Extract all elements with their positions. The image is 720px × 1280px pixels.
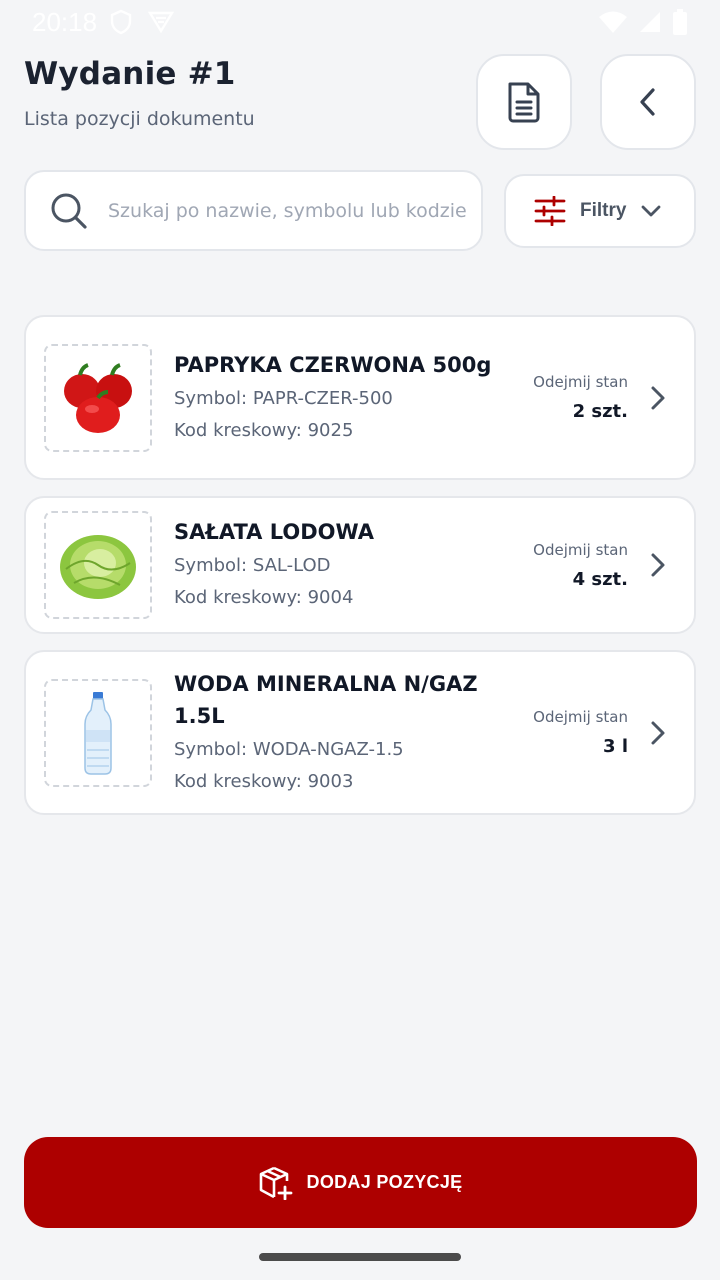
item-symbol: Symbol: WODA-NGAZ-1.5 <box>174 738 404 760</box>
add-item-label: DODAJ POZYCJĘ <box>306 1172 463 1192</box>
water-bottle-icon <box>84 691 112 775</box>
item-symbol: Symbol: SAL-LOD <box>174 555 331 576</box>
chevron-down-icon <box>642 205 661 217</box>
item-list: PAPRYKA CZERWONA 500g Symbol: PAPR-CZER-… <box>24 315 696 831</box>
qty-value: 2 szt. <box>572 401 628 422</box>
chevron-right-icon <box>651 721 665 744</box>
item-name: SAŁATA LODOWA <box>174 520 374 544</box>
red-pepper-icon <box>64 362 132 433</box>
status-time: 20:18 <box>32 6 98 37</box>
document-icon <box>508 82 540 123</box>
search-icon <box>51 193 87 229</box>
vpn-icon <box>147 11 175 34</box>
wifi-icon <box>599 11 627 33</box>
qty-value: 3 l <box>603 736 628 757</box>
item-name: WODA MINERALNA N/GAZ 1.5L <box>174 671 478 728</box>
page-subtitle: Lista pozycji dokumentu <box>24 108 255 130</box>
page-header: Wydanie #1 Lista pozycji dokumentu <box>24 56 464 130</box>
home-indicator[interactable] <box>259 1253 461 1261</box>
item-barcode: Kod kreskowy: 9003 <box>174 770 354 792</box>
qty-value: 4 szt. <box>572 568 628 590</box>
list-item[interactable]: WODA MINERALNA N/GAZ 1.5L Symbol: WODA-N… <box>24 650 696 815</box>
qty-label: Odejmij stan <box>533 373 628 391</box>
page-title: Wydanie #1 <box>24 56 236 92</box>
battery-icon <box>673 9 687 35</box>
status-bar: 20:18 <box>0 0 720 44</box>
add-package-icon <box>259 1166 292 1200</box>
filter-button[interactable]: Filtry <box>504 174 696 248</box>
chevron-left-icon <box>640 88 655 116</box>
sliders-icon <box>534 196 566 226</box>
list-item[interactable]: PAPRYKA CZERWONA 500g Symbol: PAPR-CZER-… <box>24 315 696 480</box>
lettuce-icon <box>60 535 136 599</box>
add-item-button[interactable]: DODAJ POZYCJĘ <box>24 1137 697 1228</box>
product-thumbnail <box>44 511 152 619</box>
list-item[interactable]: SAŁATA LODOWA Symbol: SAL-LOD Kod kresko… <box>24 496 696 634</box>
search-box[interactable] <box>24 170 483 251</box>
document-button[interactable] <box>476 54 572 150</box>
item-symbol: Symbol: PAPR-CZER-500 <box>174 387 393 409</box>
item-barcode: Kod kreskowy: 9004 <box>174 587 354 608</box>
signal-icon <box>640 12 660 32</box>
chevron-right-icon <box>651 553 665 577</box>
product-thumbnail <box>44 678 152 787</box>
qty-label: Odejmij stan <box>533 540 628 559</box>
product-thumbnail <box>44 343 152 452</box>
shield-icon <box>110 9 132 35</box>
filter-label: Filtry <box>580 200 627 221</box>
back-button[interactable] <box>600 54 696 150</box>
chevron-right-icon <box>651 386 665 409</box>
qty-label: Odejmij stan <box>533 708 628 726</box>
item-barcode: Kod kreskowy: 9025 <box>174 419 354 441</box>
search-input[interactable] <box>108 199 468 222</box>
item-name: PAPRYKA CZERWONA 500g <box>174 352 492 377</box>
